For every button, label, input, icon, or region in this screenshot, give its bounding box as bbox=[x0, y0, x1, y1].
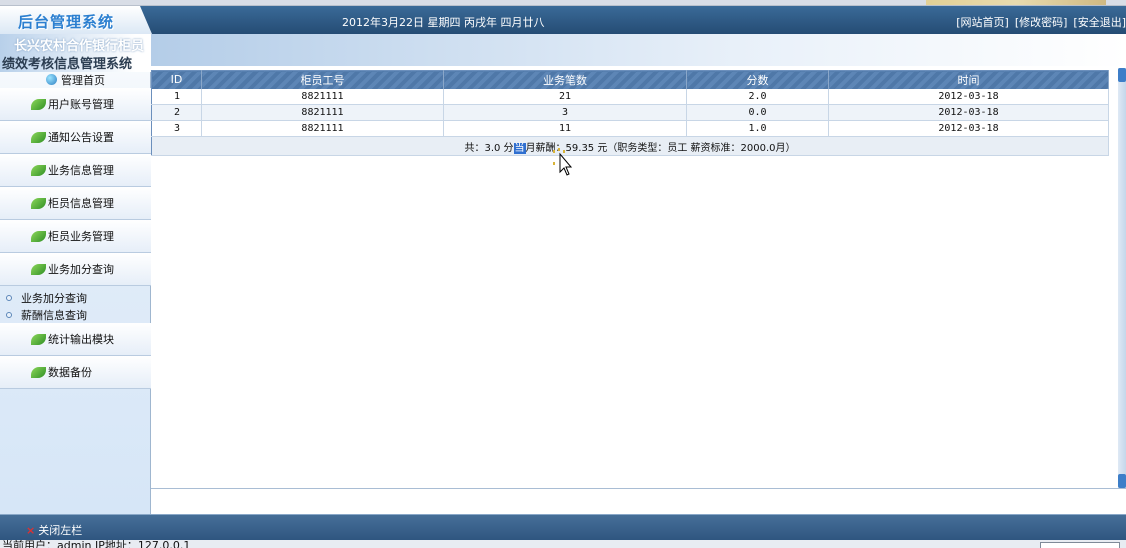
system-title-line1: 长兴农村合作银行柜员 bbox=[14, 39, 145, 54]
logout-link[interactable]: [安全退出] bbox=[1073, 16, 1126, 29]
leaf-icon bbox=[31, 263, 46, 275]
leaf-icon bbox=[31, 230, 46, 242]
bottom-bar: × 关闭左栏 bbox=[0, 514, 1126, 540]
toolbar-icons bbox=[926, 0, 1106, 5]
sidebar: 长兴农村合作银行柜员 绩效考核信息管理系统 管理首页 用户账号管理 通知公告设置… bbox=[0, 34, 151, 514]
submenu-item-label: 薪酬信息查询 bbox=[21, 308, 87, 322]
cell-score: 2.0 bbox=[686, 88, 829, 105]
sidebar-item-statistics-export[interactable]: 统计输出模块 bbox=[0, 323, 151, 356]
job-info: （职务类型：员工 薪资标准：2000.0月） bbox=[607, 142, 796, 154]
sidebar-item-teller-business[interactable]: 柜员业务管理 bbox=[0, 220, 151, 253]
admin-home-label: 管理首页 bbox=[61, 74, 105, 87]
sidebar-item-notices[interactable]: 通知公告设置 bbox=[0, 121, 151, 154]
content-top-banner bbox=[151, 34, 1126, 66]
leaf-icon bbox=[31, 164, 46, 176]
salary-summary: 共：3.0 分当月薪酬：59.35 元（职务类型：员工 薪资标准：2000.0月… bbox=[151, 136, 1109, 156]
bullet-icon bbox=[6, 311, 12, 318]
table-row: 1 8821111 21 2.0 2012-03-18 bbox=[151, 88, 1109, 105]
sidebar-item-data-backup[interactable]: 数据备份 bbox=[0, 356, 151, 389]
table-header-row: ID 柜员工号 业务笔数 分数 时间 bbox=[151, 70, 1109, 89]
column-header-score: 分数 bbox=[686, 70, 829, 89]
leaf-icon bbox=[31, 98, 46, 110]
column-header-transactions: 业务笔数 bbox=[443, 70, 687, 89]
mouse-cursor-icon bbox=[553, 148, 572, 176]
cell-id: 3 bbox=[151, 120, 202, 137]
logo: 后台管理系统 bbox=[18, 13, 115, 31]
site-home-link[interactable]: [网站首页] bbox=[956, 16, 1009, 29]
admin-home-link[interactable]: 管理首页 bbox=[0, 72, 151, 88]
submenu-item-salary-query[interactable]: 薪酬信息查询 bbox=[0, 306, 151, 323]
total-score: 共：3.0 分 bbox=[464, 142, 514, 154]
sidebar-menu: 用户账号管理 通知公告设置 业务信息管理 柜员信息管理 柜员业务管理 业务加分查… bbox=[0, 88, 151, 389]
cell-transactions: 21 bbox=[443, 88, 687, 105]
vertical-scrollbar[interactable] bbox=[1118, 68, 1126, 488]
submenu-item-label: 业务加分查询 bbox=[21, 291, 87, 305]
sidebar-item-teller-info[interactable]: 柜员信息管理 bbox=[0, 187, 151, 220]
cell-time: 2012-03-18 bbox=[828, 104, 1109, 121]
table-row: 2 8821111 3 0.0 2012-03-18 bbox=[151, 104, 1109, 121]
leaf-icon bbox=[31, 197, 46, 209]
globe-icon bbox=[46, 74, 57, 85]
leaf-icon bbox=[31, 333, 46, 345]
sidebar-item-label: 业务加分查询 bbox=[48, 263, 114, 276]
submenu-item-bonus-query[interactable]: 业务加分查询 bbox=[0, 289, 151, 306]
close-sidebar-label: 关闭左栏 bbox=[38, 524, 83, 537]
cell-score: 1.0 bbox=[686, 120, 829, 137]
cell-time: 2012-03-18 bbox=[828, 120, 1109, 137]
bullet-icon bbox=[6, 294, 12, 301]
scroll-down-button[interactable] bbox=[1118, 474, 1126, 488]
close-sidebar-button[interactable]: × 关闭左栏 bbox=[26, 522, 82, 538]
sidebar-item-bonus-query[interactable]: 业务加分查询 bbox=[0, 253, 151, 286]
current-user-status: 当前用户：admin IP地址：127.0.0.1 bbox=[2, 540, 191, 548]
sidebar-item-user-accounts[interactable]: 用户账号管理 bbox=[0, 88, 151, 121]
column-header-time: 时间 bbox=[828, 70, 1109, 89]
column-header-id: ID bbox=[151, 70, 202, 89]
content-divider bbox=[151, 488, 1126, 489]
sidebar-item-label: 数据备份 bbox=[48, 366, 92, 379]
column-header-teller-id: 柜员工号 bbox=[201, 70, 444, 89]
sidebar-item-label: 柜员业务管理 bbox=[48, 230, 114, 243]
sidebar-item-label: 通知公告设置 bbox=[48, 131, 114, 144]
main-content: ID 柜员工号 业务笔数 分数 时间 1 8821111 21 2.0 2012… bbox=[151, 34, 1126, 514]
sidebar-item-label: 统计输出模块 bbox=[48, 333, 114, 346]
selected-text: 当 bbox=[513, 142, 526, 154]
close-icon: × bbox=[26, 524, 36, 537]
cell-teller-id: 8821111 bbox=[201, 88, 444, 105]
system-title-line2: 绩效考核信息管理系统 bbox=[2, 57, 133, 72]
system-banner: 长兴农村合作银行柜员 绩效考核信息管理系统 bbox=[0, 34, 151, 72]
sidebar-item-label: 业务信息管理 bbox=[48, 164, 114, 177]
status-field bbox=[1040, 542, 1120, 548]
sidebar-item-label: 柜员信息管理 bbox=[48, 197, 114, 210]
header-bar: 后台管理系统 2012年3月22日 星期四 丙戌年 四月廿八 [网站首页] [修改… bbox=[0, 6, 1126, 34]
data-table: ID 柜员工号 业务笔数 分数 时间 1 8821111 21 2.0 2012… bbox=[151, 70, 1109, 156]
cell-id: 2 bbox=[151, 104, 202, 121]
cell-transactions: 3 bbox=[443, 104, 687, 121]
cell-time: 2012-03-18 bbox=[828, 88, 1109, 105]
table-row: 3 8821111 11 1.0 2012-03-18 bbox=[151, 120, 1109, 137]
cell-score: 0.0 bbox=[686, 104, 829, 121]
sidebar-item-label: 用户账号管理 bbox=[48, 98, 114, 111]
cell-id: 1 bbox=[151, 88, 202, 105]
submenu: 业务加分查询 薪酬信息查询 bbox=[0, 286, 151, 323]
sidebar-item-business-info[interactable]: 业务信息管理 bbox=[0, 154, 151, 187]
header-links: [网站首页] [修改密码] [安全退出] bbox=[950, 14, 1126, 30]
leaf-icon bbox=[31, 131, 46, 143]
table-footer-row: 共：3.0 分当月薪酬：59.35 元（职务类型：员工 薪资标准：2000.0月… bbox=[151, 136, 1109, 156]
header-date: 2012年3月22日 星期四 丙戌年 四月廿八 bbox=[342, 16, 545, 29]
status-bar: 当前用户：admin IP地址：127.0.0.1 bbox=[0, 540, 1126, 548]
cell-transactions: 11 bbox=[443, 120, 687, 137]
cell-teller-id: 8821111 bbox=[201, 120, 444, 137]
change-password-link[interactable]: [修改密码] bbox=[1015, 16, 1068, 29]
leaf-icon bbox=[31, 366, 46, 378]
cell-teller-id: 8821111 bbox=[201, 104, 444, 121]
scroll-up-button[interactable] bbox=[1118, 68, 1126, 82]
